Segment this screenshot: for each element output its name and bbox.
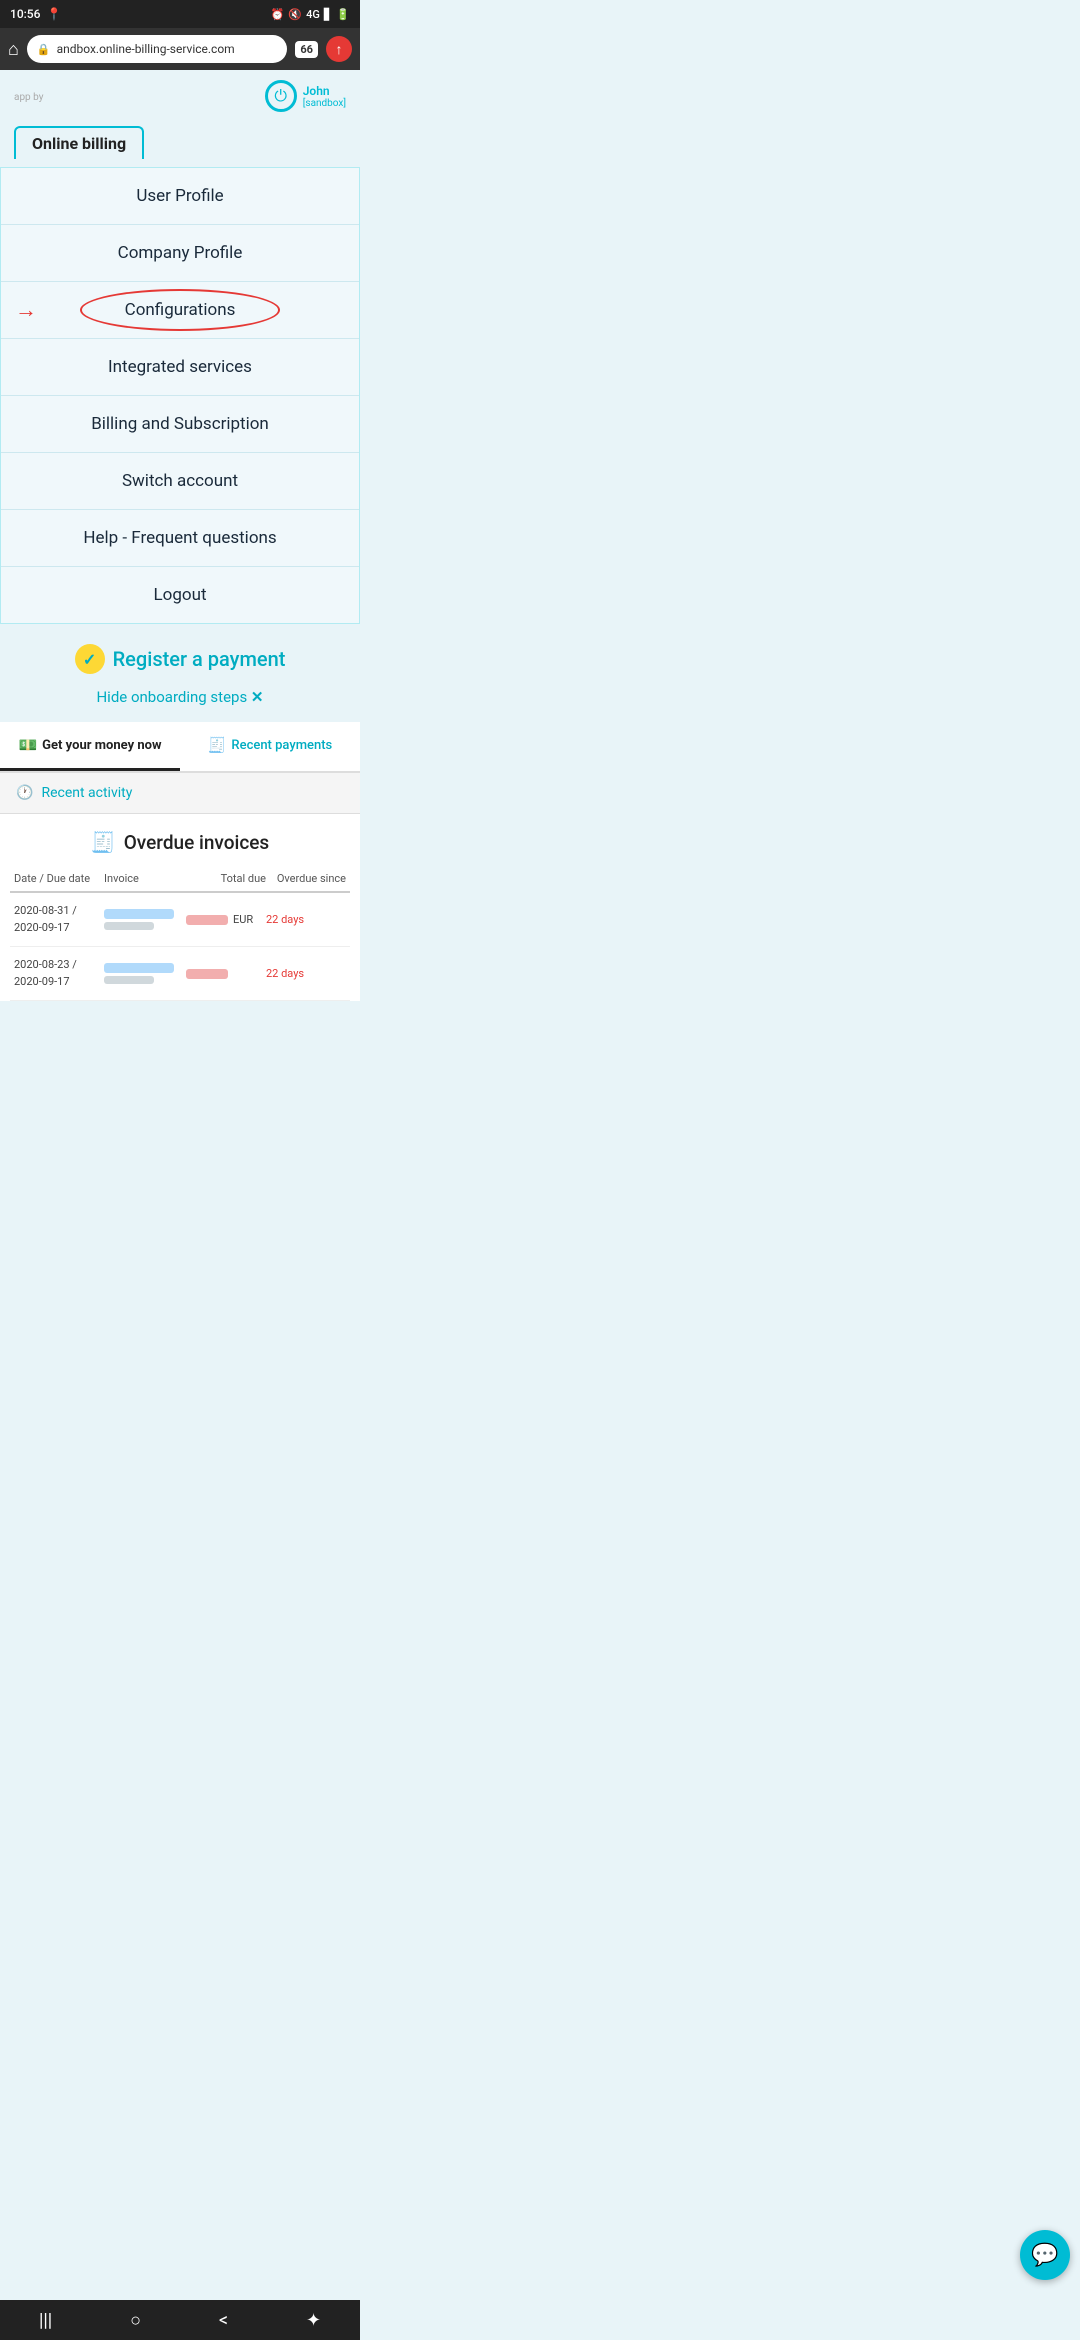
menu-item-switch-account[interactable]: Switch account <box>1 453 359 510</box>
register-payment-button[interactable]: ✓ Register a payment <box>75 644 286 674</box>
browser-bar: ⌂ 🔒 andbox.online-billing-service.com 66… <box>0 28 360 70</box>
nav-home-button[interactable]: ○ <box>110 2304 161 2337</box>
row2-date: 2020-08-23 /2020-09-17 <box>14 957 104 990</box>
close-icon[interactable]: ✕ <box>251 688 264 706</box>
tab-get-money[interactable]: 💵 Get your money now <box>0 722 180 771</box>
user-name: John <box>303 84 346 98</box>
menu-item-configurations[interactable]: → Configurations <box>1 282 359 339</box>
location-icon: 📍 <box>46 7 61 21</box>
overdue-title: 🧾 Overdue invoices <box>10 830 350 854</box>
power-button[interactable]: ⏻ <box>265 80 297 112</box>
signal-icon: ▋ <box>324 8 332 21</box>
menu-item-logout[interactable]: Logout <box>1 567 359 623</box>
dropdown-menu: User Profile Company Profile → Configura… <box>0 167 360 624</box>
col-invoice: Invoice <box>104 872 186 885</box>
overdue-section: 🧾 Overdue invoices Date / Due date Invoi… <box>0 814 360 1001</box>
url-bar[interactable]: 🔒 andbox.online-billing-service.com <box>27 35 288 63</box>
clock-icon: 🕐 <box>16 785 33 801</box>
register-payment-label: Register a payment <box>113 647 286 671</box>
register-payment-section: ✓ Register a payment <box>0 624 360 682</box>
blurred-invoice-bar2-sm <box>104 976 154 984</box>
blurred-invoice-bar <box>104 909 174 919</box>
tab-count[interactable]: 66 <box>295 41 318 58</box>
blurred-invoice-bar2 <box>104 963 174 973</box>
user-area: ⏻ John [sandbox] <box>265 80 346 112</box>
logo-text: app by <box>14 92 43 103</box>
status-right: ⏰ 🔇 4G ▋ 🔋 <box>271 8 350 21</box>
nav-back-button[interactable]: < <box>199 2304 248 2337</box>
bottom-nav: ||| ○ < ✦ <box>0 2300 360 2340</box>
mute-icon: 🔇 <box>288 8 302 21</box>
hide-onboarding-label: Hide onboarding steps <box>96 688 247 706</box>
row1-total: EUR <box>186 913 266 926</box>
menu-item-integrated-services[interactable]: Integrated services <box>1 339 359 396</box>
blurred-invoice-bar-sm <box>104 922 154 930</box>
recent-activity-label: Recent activity <box>41 785 132 801</box>
battery-icon: 🔋 <box>336 8 350 21</box>
brand-bar: Online billing <box>0 122 360 167</box>
status-left: 10:56 📍 <box>10 7 61 21</box>
lock-icon: 🔒 <box>37 43 51 56</box>
money-icon: 💵 <box>18 736 37 754</box>
network-label: 4G <box>306 8 320 21</box>
user-info: John [sandbox] <box>303 84 346 109</box>
upload-button[interactable]: ↑ <box>326 36 352 62</box>
overdue-title-label: Overdue invoices <box>124 831 270 854</box>
home-icon[interactable]: ⌂ <box>8 39 19 60</box>
row2-total <box>186 969 266 979</box>
status-bar: 10:56 📍 ⏰ 🔇 4G ▋ 🔋 <box>0 0 360 28</box>
tab-recent-payments[interactable]: 🧾 Recent payments <box>180 722 360 771</box>
col-overdue: Overdue since <box>266 872 346 885</box>
brand-tab[interactable]: Online billing <box>14 126 144 159</box>
hide-onboarding-row[interactable]: Hide onboarding steps ✕ <box>0 682 360 722</box>
col-date: Date / Due date <box>14 872 104 885</box>
invoice-icon: 🧾 <box>91 830 116 854</box>
col-total: Total due <box>186 872 266 885</box>
menu-item-company-profile[interactable]: Company Profile <box>1 225 359 282</box>
menu-item-billing-subscription[interactable]: Billing and Subscription <box>1 396 359 453</box>
row1-date: 2020-08-31 /2020-09-17 <box>14 903 104 936</box>
table-header: Date / Due date Invoice Total due Overdu… <box>10 866 350 893</box>
time: 10:56 <box>10 7 40 21</box>
row1-invoice <box>104 909 186 930</box>
amount-blur2 <box>186 969 228 979</box>
table-row: 2020-08-23 /2020-09-17 22 days <box>10 947 350 1001</box>
tab-recent-payments-label: Recent payments <box>231 738 332 753</box>
tab-get-money-label: Get your money now <box>42 738 161 753</box>
user-sub: [sandbox] <box>303 98 346 109</box>
menu-item-user-profile[interactable]: User Profile <box>1 168 359 225</box>
row2-invoice <box>104 963 186 984</box>
url-text: andbox.online-billing-service.com <box>57 42 235 56</box>
row2-overdue: 22 days <box>266 967 346 980</box>
main-content: ✓ Register a payment Hide onboarding ste… <box>0 624 360 1001</box>
configurations-wrapper: Configurations <box>21 300 339 320</box>
app-logo: app by <box>14 89 43 104</box>
brand-label: Online billing <box>32 134 126 153</box>
receipt-icon: 🧾 <box>208 736 227 754</box>
currency: EUR <box>233 913 253 926</box>
nav-extra-button[interactable]: ✦ <box>286 2304 341 2337</box>
nav-menu-button[interactable]: ||| <box>19 2304 72 2337</box>
check-icon: ✓ <box>75 644 105 674</box>
alarm-icon: ⏰ <box>271 8 285 21</box>
row1-overdue: 22 days <box>266 913 346 926</box>
table-row: 2020-08-31 /2020-09-17 EUR 22 days <box>10 893 350 947</box>
amount-blur <box>186 915 228 925</box>
menu-item-help[interactable]: Help - Frequent questions <box>1 510 359 567</box>
chat-bubble[interactable]: 💬 <box>1020 2230 1070 2280</box>
recent-activity-row[interactable]: 🕐 Recent activity <box>0 773 360 814</box>
app-header: app by ⏻ John [sandbox] <box>0 70 360 122</box>
tabs-row: 💵 Get your money now 🧾 Recent payments <box>0 722 360 773</box>
